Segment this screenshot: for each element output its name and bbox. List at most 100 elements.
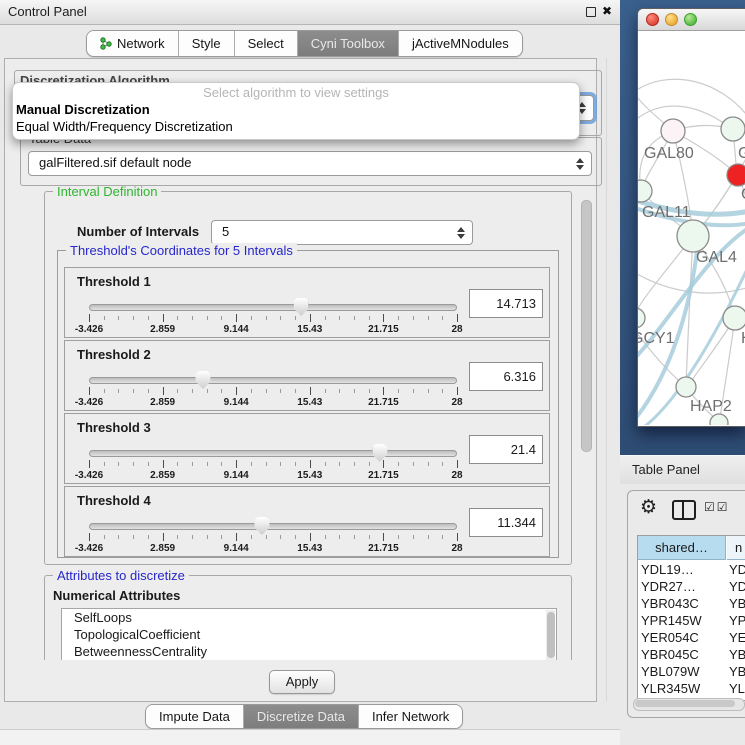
column-header-shared-name[interactable]: shared…: [638, 536, 726, 560]
network-window: GAL80GACGAL11GAL4GCY1HHAP2: [637, 8, 745, 427]
tab-label: Style: [192, 36, 221, 51]
table-data-value: galFiltered.sif default node: [39, 152, 191, 174]
tab-label: Impute Data: [159, 709, 230, 724]
name-cell: YBL0: [729, 663, 745, 680]
settings-viewport: Interval Definition Number of Intervals …: [26, 186, 578, 660]
threshold-label: Threshold 3: [77, 420, 151, 435]
tab-style[interactable]: Style: [179, 31, 235, 56]
network-node[interactable]: [638, 308, 645, 328]
slider-track[interactable]: [89, 523, 457, 530]
split-columns-icon[interactable]: [672, 500, 696, 520]
tab-label: jActiveMNodules: [412, 36, 509, 51]
network-edge[interactable]: [638, 79, 745, 119]
list-item[interactable]: SelfLoops: [62, 609, 556, 626]
panel-scrollbar-thumb[interactable]: [581, 200, 592, 452]
float-window-icon[interactable]: [586, 7, 596, 17]
dropdown-prompt: Select algorithm to view settings: [13, 85, 579, 100]
number-of-intervals-combo[interactable]: 5: [211, 220, 473, 245]
tab-label: Network: [117, 36, 165, 51]
table-row[interactable]: YDR27…YDR2: [638, 578, 745, 595]
network-node-label: HAP2: [690, 398, 732, 415]
threshold-value-field[interactable]: 21.4: [469, 435, 543, 464]
tab-select[interactable]: Select: [235, 31, 298, 56]
gear-icon[interactable]: ⚙: [640, 496, 657, 518]
tab-cyni-toolbox[interactable]: Cyni Toolbox: [298, 31, 399, 56]
threshold-value-field[interactable]: 11.344: [469, 508, 543, 537]
dropdown-option-manual-discretization[interactable]: Manual Discretization: [16, 102, 150, 117]
threshold-slider[interactable]: -3.4262.8599.14415.4321.71528: [89, 442, 457, 484]
combo-stepper-icon: [457, 227, 465, 239]
status-strip: [0, 730, 620, 745]
table-horizontal-scrollbar[interactable]: [633, 698, 745, 711]
network-node[interactable]: [727, 164, 745, 186]
table-scrollbar-thumb[interactable]: [635, 700, 735, 707]
table-data-combo[interactable]: galFiltered.sif default node: [28, 151, 592, 176]
network-node[interactable]: [676, 377, 696, 397]
network-icon: [100, 37, 112, 50]
network-canvas[interactable]: GAL80GACGAL11GAL4GCY1HHAP2: [638, 31, 745, 425]
name-cell: YDL1: [729, 561, 745, 578]
shared-name-cell: YBL079W: [641, 663, 700, 680]
table-row[interactable]: YBR043CYBR0: [638, 595, 745, 612]
threshold-slider[interactable]: -3.4262.8599.14415.4321.71528: [89, 296, 457, 338]
network-node[interactable]: [638, 180, 652, 202]
threshold-value-field[interactable]: 14.713: [469, 289, 543, 318]
shared-name-cell: YDL19…: [641, 561, 694, 578]
network-node[interactable]: [721, 117, 745, 141]
network-node[interactable]: [677, 220, 709, 252]
shared-name-cell: YBR045C: [641, 646, 699, 663]
slider-track[interactable]: [89, 450, 457, 457]
panel-title: Control Panel: [8, 0, 87, 24]
name-cell: YER0: [729, 629, 745, 646]
threshold-label: Threshold 1: [77, 274, 151, 289]
control-panel-titlebar: Control Panel ✖: [0, 0, 620, 25]
name-cell: YDR2: [729, 578, 745, 595]
tab-discretize-data[interactable]: Discretize Data: [244, 705, 359, 728]
list-scrollbar[interactable]: [546, 610, 555, 660]
network-node-label: C: [741, 186, 745, 203]
table-row[interactable]: YER054CYER0: [638, 629, 745, 646]
close-icon[interactable]: ✖: [602, 4, 612, 18]
attribute-list[interactable]: SelfLoopsTopologicalCoefficientBetweenne…: [61, 608, 557, 660]
tab-impute-data[interactable]: Impute Data: [146, 705, 244, 728]
name-cell: YBR0: [729, 595, 745, 612]
column-header-name[interactable]: n: [727, 536, 745, 560]
threshold-slider[interactable]: -3.4262.8599.14415.4321.71528: [89, 515, 457, 557]
mac-zoom-button[interactable]: [684, 13, 697, 26]
table-row[interactable]: YBR045CYBR0: [638, 646, 745, 663]
tab-infer-network[interactable]: Infer Network: [359, 705, 462, 728]
table-row[interactable]: YBL079W YBL0: [638, 663, 745, 680]
threshold-slider[interactable]: -3.4262.8599.14415.4321.71528: [89, 369, 457, 411]
mac-close-button[interactable]: [646, 13, 659, 26]
network-edge[interactable]: [638, 106, 728, 126]
checkbox-icons[interactable]: ☑☑: [704, 500, 730, 514]
tab-label: Select: [248, 36, 284, 51]
network-node[interactable]: [661, 119, 685, 143]
network-window-titlebar[interactable]: [638, 9, 745, 31]
list-scrollbar-thumb[interactable]: [547, 612, 555, 658]
tab-jactivemnodules[interactable]: jActiveMNodules: [399, 31, 522, 56]
shared-name-cell: YPR145W: [641, 612, 702, 629]
threshold-panel: Threshold 1 -3.4262.8599.14415.4321.7152…: [64, 267, 550, 338]
slider-tick-labels: -3.4262.8599.14415.4321.71528: [89, 324, 457, 336]
table-panel-titlebar: Table Panel: [620, 455, 745, 485]
table-row[interactable]: YDL19… YDL1: [638, 561, 745, 578]
interval-definition-group: Interval Definition Number of Intervals …: [44, 191, 572, 565]
table-row[interactable]: YPR145WYPR1: [638, 612, 745, 629]
dropdown-option-equal-width-frequency[interactable]: Equal Width/Frequency Discretization: [16, 119, 233, 134]
tab-network[interactable]: Network: [87, 31, 179, 56]
table-row[interactable]: YLR345WYLR3: [638, 680, 745, 697]
network-node[interactable]: [723, 306, 745, 330]
bottom-tab-bar: Impute Data Discretize DataInfer Network: [145, 704, 463, 729]
shared-name-cell: YLR345W: [641, 680, 700, 697]
top-tab-bar: Network Style Select Cyni Toolbox jActiveMNo…: [86, 30, 523, 57]
network-node-label: GCY1: [638, 330, 675, 347]
slider-track[interactable]: [89, 377, 457, 384]
list-item[interactable]: TopologicalCoefficient: [62, 626, 556, 643]
list-item[interactable]: BetweennessCentrality: [62, 643, 556, 660]
slider-track[interactable]: [89, 304, 457, 311]
threshold-value-field[interactable]: 6.316: [469, 362, 543, 391]
panel-scrollbar[interactable]: [579, 187, 593, 659]
mac-minimize-button[interactable]: [665, 13, 678, 26]
apply-button[interactable]: Apply: [269, 670, 335, 694]
